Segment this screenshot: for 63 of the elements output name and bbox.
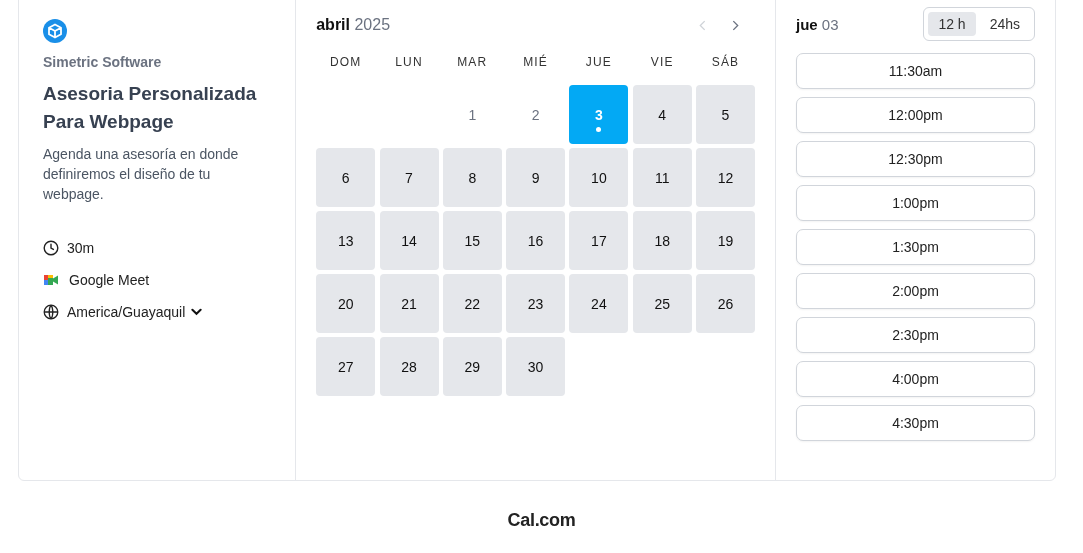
calendar-day[interactable]: 29	[442, 337, 502, 396]
calendar-day[interactable]: 28	[379, 337, 439, 396]
calendar-day[interactable]: 2	[506, 85, 566, 144]
time-format-option[interactable]: 24hs	[979, 12, 1030, 36]
calendar-day[interactable]: 14	[379, 211, 439, 270]
chevron-down-icon	[191, 308, 203, 316]
calendar-day[interactable]: 1	[442, 85, 502, 144]
calendar-day[interactable]: 18	[632, 211, 692, 270]
calendar-day[interactable]: 6	[316, 148, 376, 207]
calendar-day[interactable]: 17	[569, 211, 629, 270]
time-slot-button[interactable]: 12:00pm	[796, 97, 1035, 133]
calendar-day[interactable]: 22	[442, 274, 502, 333]
time-format-option[interactable]: 12 h	[928, 12, 976, 36]
calendar-day[interactable]: 15	[442, 211, 502, 270]
time-slot-button[interactable]: 1:30pm	[796, 229, 1035, 265]
weekday-label: DOM	[328, 54, 363, 71]
calendar-day[interactable]: 20	[316, 274, 376, 333]
time-slot-button[interactable]: 11:30am	[796, 53, 1035, 89]
calendar-day[interactable]: 12	[696, 148, 755, 207]
calendar-day[interactable]: 23	[506, 274, 566, 333]
calendar-day[interactable]: 13	[316, 211, 376, 270]
calendar-day[interactable]: 4	[632, 85, 692, 144]
time-slot-button[interactable]: 4:30pm	[796, 405, 1035, 441]
duration-text: 30m	[67, 240, 95, 256]
chevron-left-icon	[699, 19, 706, 31]
calendar-day[interactable]: 16	[506, 211, 566, 270]
weekday-label: VIE	[649, 54, 675, 71]
calendar-day[interactable]: 9	[506, 148, 566, 207]
video-camera-icon	[43, 273, 59, 287]
weekday-label: MIÉ	[522, 53, 550, 71]
calendar-day[interactable]: 25	[632, 274, 692, 333]
weekday-label: SÁB	[710, 53, 741, 71]
calendar-day[interactable]: 19	[696, 211, 755, 270]
brand-logo-text: Cal.com	[506, 510, 577, 531]
time-slot-button[interactable]: 4:00pm	[796, 361, 1035, 397]
organizer-name: Simetric Software	[43, 54, 163, 70]
calendar-day[interactable]: 10	[569, 148, 629, 207]
weekday-label: LUN	[394, 54, 424, 71]
calendar-day[interactable]: 26	[696, 274, 755, 333]
time-slot-button[interactable]: 1:00pm	[796, 185, 1035, 221]
calendar-day[interactable]: 27	[316, 337, 376, 396]
event-title: Asesoria Personalizada Para Webpage	[43, 82, 258, 134]
time-slot-button[interactable]: 12:30pm	[796, 141, 1035, 177]
month-title: abril 2025	[316, 16, 391, 34]
calendar-day[interactable]: 24	[569, 274, 629, 333]
calendar-day[interactable]: 7	[379, 148, 439, 207]
location-text: Google Meet	[69, 272, 150, 288]
globe-icon	[43, 304, 59, 320]
timezone-select[interactable]: America/Guayaquil	[67, 304, 203, 320]
weekday-label: JUE	[584, 54, 614, 71]
time-slot-button[interactable]: 2:30pm	[796, 317, 1035, 353]
time-slot-button[interactable]: 2:00pm	[796, 273, 1035, 309]
cube-logo-icon	[43, 19, 67, 43]
chevron-right-icon	[732, 19, 739, 31]
weekday-label: MAR	[456, 54, 489, 71]
calendar-day[interactable]: 11	[632, 148, 692, 207]
calendar-day[interactable]: 21	[379, 274, 439, 333]
clock-icon	[43, 240, 59, 256]
event-description: Agenda una asesoría en donde definiremos el diseño de tu webpage.	[43, 145, 240, 204]
calendar-day[interactable]: 5	[696, 85, 755, 144]
calendar-day[interactable]: 30	[506, 337, 566, 396]
selected-date: jue 03	[796, 15, 839, 33]
calendar-day[interactable]: 8	[442, 148, 502, 207]
